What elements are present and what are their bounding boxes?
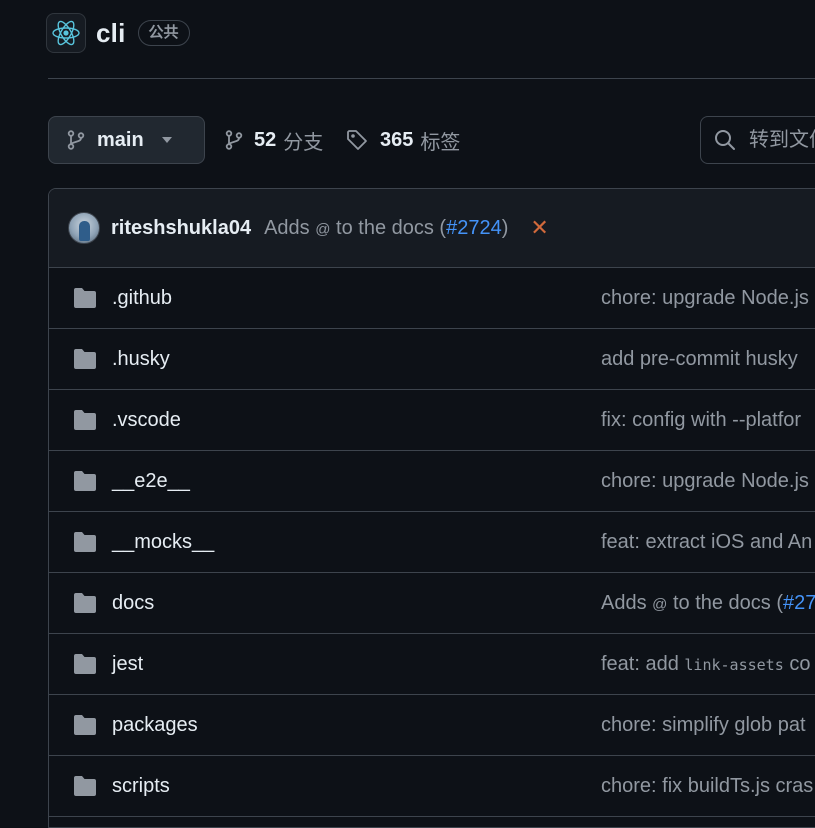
file-commit-message[interactable]: add pre-commit husky xyxy=(601,348,798,371)
table-row[interactable]: packages chore: simplify glob pat xyxy=(49,695,815,756)
commit-author-link[interactable]: riteshshukla04 xyxy=(111,217,251,240)
ci-status-failed-icon[interactable]: ✕ xyxy=(530,215,548,241)
file-name-link[interactable]: .husky xyxy=(112,348,170,371)
table-row[interactable]: scripts chore: fix buildTs.js cras xyxy=(49,756,815,817)
file-commit-pr-link[interactable]: #27 xyxy=(783,592,815,614)
commit-message-close: ) xyxy=(501,216,509,239)
table-row[interactable]: .husky add pre-commit husky xyxy=(49,329,815,390)
file-name-link[interactable]: packages xyxy=(112,714,198,737)
table-row[interactable]: .github chore: upgrade Node.js xyxy=(49,268,815,329)
tag-unit-label: 标签 xyxy=(420,131,461,154)
branch-unit-label: 分支 xyxy=(283,131,324,154)
table-row[interactable]: __e2e__ chore: upgrade Node.js xyxy=(49,451,815,512)
file-commit-message-post: co xyxy=(789,652,811,675)
react-logo-svg xyxy=(52,20,80,46)
git-branch-icon xyxy=(225,130,243,150)
header-divider xyxy=(48,78,815,79)
file-commit-message[interactable]: chore: upgrade Node.js xyxy=(601,287,809,310)
chevron-down-icon xyxy=(161,137,172,143)
file-commit-message[interactable]: chore: fix buildTs.js cras xyxy=(601,775,813,798)
folder-icon xyxy=(74,593,96,613)
folder-icon xyxy=(74,349,96,369)
commit-message-post: to the docs ( xyxy=(336,216,447,239)
file-commit-message-pre: Adds xyxy=(601,591,647,614)
latest-commit-bar: riteshshukla04 Adds @ to the docs (#2724… xyxy=(49,189,815,268)
commit-pr-link[interactable]: #2724 xyxy=(446,217,502,239)
table-row[interactable]: .vscode fix: config with --platfor xyxy=(49,390,815,451)
react-logo-icon[interactable] xyxy=(46,13,86,53)
file-table: riteshshukla04 Adds @ to the docs (#2724… xyxy=(48,188,815,828)
commit-message-at: @ xyxy=(315,220,331,238)
git-branch-icon xyxy=(67,130,85,150)
go-to-file-search[interactable] xyxy=(700,116,815,164)
table-row[interactable]: jest feat: add link-assets co xyxy=(49,634,815,695)
file-commit-message[interactable]: chore: upgrade Node.js xyxy=(601,470,809,493)
avatar[interactable] xyxy=(68,212,100,244)
file-commit-message-pre: feat: add xyxy=(601,652,679,675)
file-commit-message-code: link-assets xyxy=(684,655,784,674)
branch-count: 52 xyxy=(254,128,277,151)
file-name-link[interactable]: __mocks__ xyxy=(112,531,214,554)
tag-icon xyxy=(347,130,367,150)
file-commit-message[interactable]: chore: simplify glob pat xyxy=(601,714,806,737)
folder-icon xyxy=(74,715,96,735)
folder-icon xyxy=(74,471,96,491)
commit-message-pre: Adds xyxy=(264,216,310,239)
file-commit-message-at: @ xyxy=(652,595,668,613)
folder-icon xyxy=(74,776,96,796)
file-name-link[interactable]: __e2e__ xyxy=(112,470,190,493)
repo-header: cli 公共 xyxy=(46,13,190,53)
search-icon xyxy=(715,130,735,150)
file-commit-message[interactable]: feat: add link-assets co xyxy=(601,653,810,676)
go-to-file-input[interactable] xyxy=(747,127,815,153)
folder-icon xyxy=(74,288,96,308)
file-name-link[interactable]: .vscode xyxy=(112,409,181,432)
folder-icon xyxy=(74,410,96,430)
branch-name: main xyxy=(97,128,144,151)
repo-name-link[interactable]: cli xyxy=(96,18,126,49)
tags-link[interactable]: 365 标签 xyxy=(345,126,460,154)
table-row[interactable]: docs Adds @ to the docs (#27 xyxy=(49,573,815,634)
file-name-link[interactable]: .github xyxy=(112,287,172,310)
file-name-link[interactable]: docs xyxy=(112,592,154,615)
file-commit-message[interactable]: feat: extract iOS and An xyxy=(601,531,812,554)
file-commit-message[interactable]: fix: config with --platfor xyxy=(601,409,801,432)
file-name-link[interactable]: scripts xyxy=(112,775,170,798)
commit-message[interactable]: Adds @ to the docs (#2724) xyxy=(264,217,508,240)
tag-count: 365 xyxy=(380,128,414,151)
visibility-badge: 公共 xyxy=(137,20,190,46)
branches-link[interactable]: 52 分支 xyxy=(225,126,323,154)
file-commit-message[interactable]: Adds @ to the docs (#27 xyxy=(601,592,815,615)
file-commit-message-post: to the docs ( xyxy=(672,591,784,614)
folder-icon xyxy=(74,654,96,674)
branch-selector-button[interactable]: main xyxy=(48,116,205,164)
file-name-link[interactable]: jest xyxy=(112,653,143,676)
folder-icon xyxy=(74,532,96,552)
table-row[interactable]: __mocks__ feat: extract iOS and An xyxy=(49,512,815,573)
